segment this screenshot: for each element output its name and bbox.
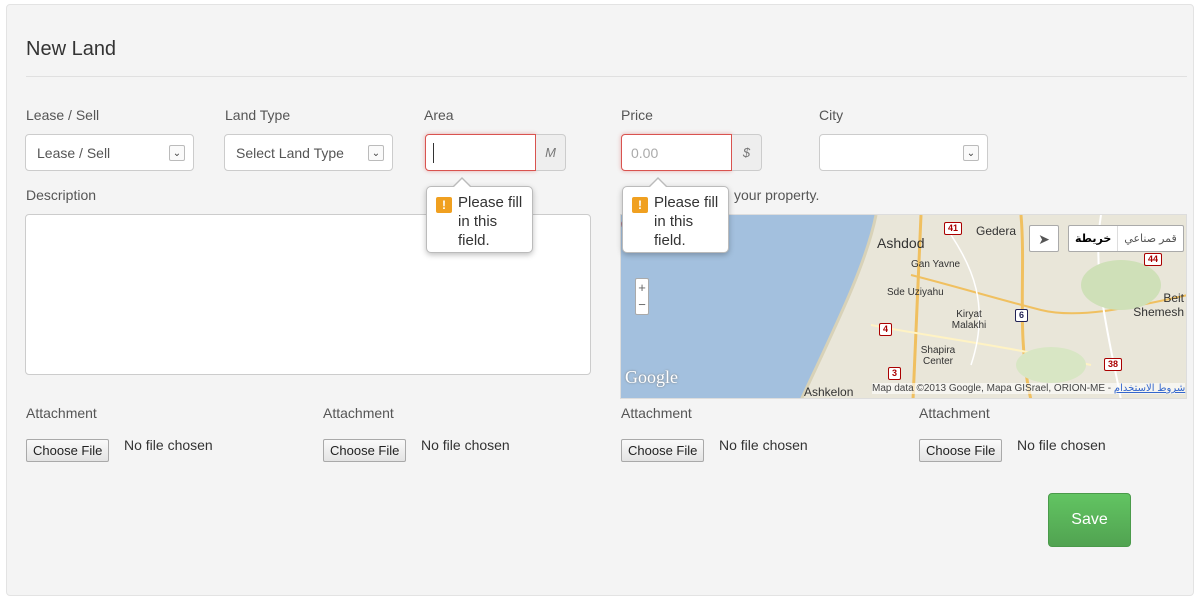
choose-file-button-3[interactable]: Choose File <box>621 439 705 462</box>
choose-file-button-1[interactable]: Choose File <box>26 439 110 462</box>
price-unit-addon: $ <box>732 134 762 171</box>
file-status-3: No file chosen <box>719 437 808 453</box>
choose-file-button-2[interactable]: Choose File <box>323 439 407 462</box>
map-type-control[interactable]: خريطة قمر صناعي <box>1068 225 1184 252</box>
file-status-4: No file chosen <box>1017 437 1106 453</box>
lease-sell-selected: Lease / Sell <box>37 145 111 161</box>
map-place-kiryat-malakhi: Kiryat Malakhi <box>951 309 987 331</box>
chevron-down-icon: ⌄ <box>169 145 185 161</box>
file-status-2: No file chosen <box>421 437 510 453</box>
chevron-down-icon: ⌄ <box>963 145 979 161</box>
attachment-label-3: Attachment <box>621 405 692 421</box>
attachment-label-4: Attachment <box>919 405 990 421</box>
zoom-in-button[interactable]: + <box>636 279 648 296</box>
warning-icon: ! <box>436 197 452 213</box>
road-shield-41: 41 <box>944 222 963 235</box>
map-type-map-button[interactable]: خريطة <box>1069 226 1119 251</box>
warning-icon: ! <box>632 197 648 213</box>
road-shield-38: 38 <box>1104 358 1123 371</box>
file-status-1: No file chosen <box>124 437 213 453</box>
title-divider <box>26 76 1187 77</box>
map-terms-link[interactable]: شروط الاستخدام <box>1114 383 1185 394</box>
attachment-label-2: Attachment <box>323 405 394 421</box>
map-place-shapira-center: Shapira Center <box>920 345 956 367</box>
map-place-ashdod: Ashdod <box>877 235 925 251</box>
map-place-gan-yavne: Gan Yavne <box>911 259 961 270</box>
map-place-gedera: Gedera <box>976 224 1017 238</box>
land-type-selected: Select Land Type <box>236 145 344 161</box>
save-button[interactable]: Save <box>1048 493 1131 547</box>
choose-file-button-4[interactable]: Choose File <box>919 439 1003 462</box>
land-type-label: Land Type <box>225 107 291 123</box>
attachment-label-1: Attachment <box>26 405 97 421</box>
price-validation-tooltip: ! Please fill in this field. <box>622 177 729 253</box>
map-type-satellite-button[interactable]: قمر صناعي <box>1118 226 1183 251</box>
land-type-select[interactable]: Select Land Type ⌄ <box>224 134 393 171</box>
description-label: Description <box>26 187 97 203</box>
validation-message: Please fill in this field. <box>654 194 719 249</box>
map-place-ashkelon: Ashkelon <box>804 385 854 399</box>
zoom-out-button[interactable]: − <box>636 296 648 313</box>
lease-sell-select[interactable]: Lease / Sell ⌄ <box>25 134 194 171</box>
road-shield-44: 44 <box>1144 253 1163 266</box>
map-hint-label: your property. <box>734 187 820 203</box>
area-unit-addon: M <box>536 134 566 171</box>
chevron-down-icon: ⌄ <box>368 145 384 161</box>
road-shield-6: 6 <box>1015 309 1029 322</box>
price-placeholder: 0.00 <box>631 145 659 161</box>
area-validation-tooltip: ! Please fill in this field. <box>426 177 533 253</box>
price-input[interactable]: 0.00 <box>621 134 732 171</box>
lease-sell-label: Lease / Sell <box>26 107 100 123</box>
map-place-beit-shemesh: Beit Shemesh <box>1133 291 1184 319</box>
area-input[interactable] <box>425 134 536 171</box>
location-arrow-icon[interactable]: ➤ <box>1029 225 1059 252</box>
validation-message: Please fill in this field. <box>458 194 523 249</box>
page-title: New Land <box>26 38 117 60</box>
map-place-sde-uziyahu: Sde Uziyahu <box>887 287 944 298</box>
road-shield-3: 3 <box>888 367 902 380</box>
map-attribution: Map data ©2013 Google, Mapa GISrael, ORI… <box>872 383 1186 394</box>
map-zoom-control[interactable]: + − <box>635 278 649 315</box>
map-attribution-text: Map data ©2013 Google, Mapa GISrael, ORI… <box>872 383 1112 394</box>
text-cursor <box>433 143 434 163</box>
google-logo: Google <box>625 367 678 387</box>
road-shield-4: 4 <box>879 323 893 336</box>
price-label: Price <box>621 107 653 123</box>
area-label: Area <box>424 107 454 123</box>
city-label: City <box>819 107 844 123</box>
city-select[interactable]: ⌄ <box>819 134 988 171</box>
